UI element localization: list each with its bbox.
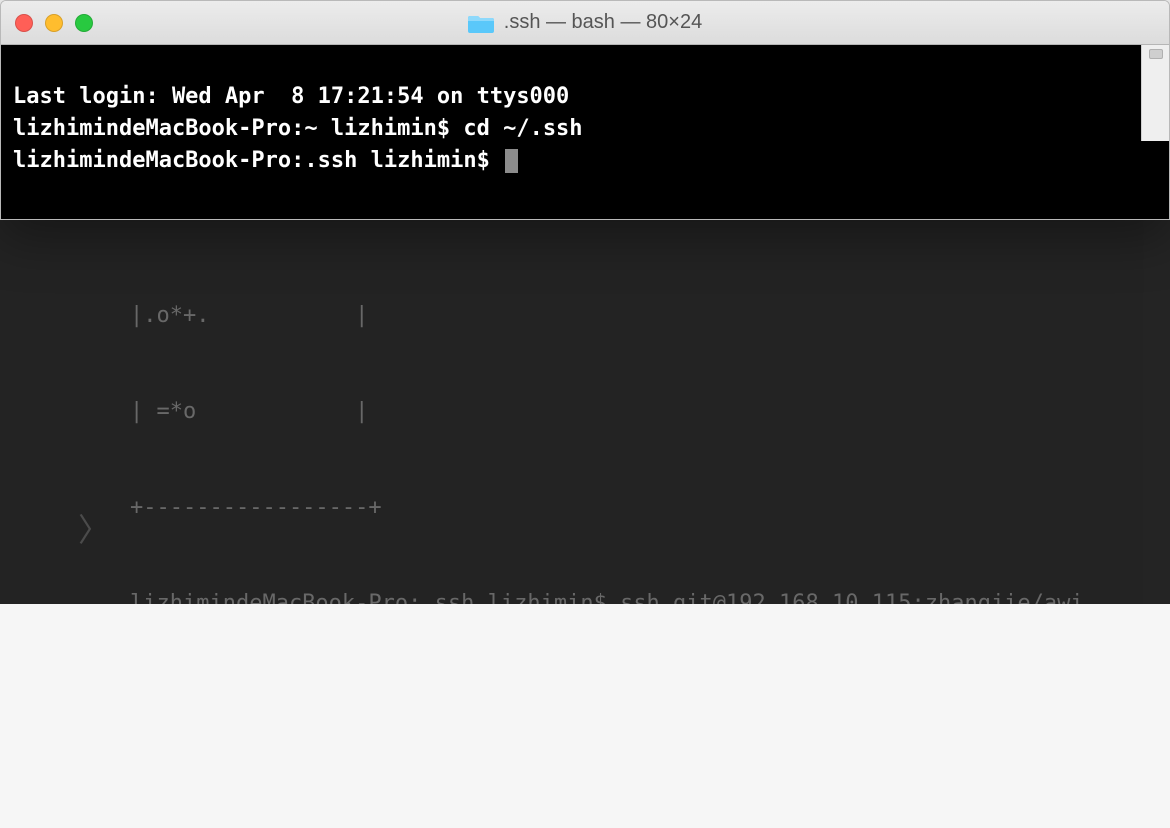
bg-line: |.o*+. | — [130, 300, 1170, 332]
scroll-thumb[interactable] — [1149, 49, 1163, 59]
terminal-prompt: lizhimindeMacBook-Pro:~ lizhimin$ — [13, 116, 463, 141]
window-titlebar[interactable]: .ssh — bash — 80×24 — [1, 1, 1169, 45]
chevron-right-icon: 〉 — [78, 514, 110, 546]
window-title-text: .ssh — bash — 80×24 — [504, 11, 702, 34]
bg-line: lizhimindeMacBook-Pro:.ssh lizhimin$ ssh… — [130, 588, 1170, 604]
maximize-button[interactable] — [75, 14, 93, 32]
scrollbar[interactable] — [1141, 45, 1169, 141]
minimize-button[interactable] — [45, 14, 63, 32]
terminal-line: Last login: Wed Apr 8 17:21:54 on ttys00… — [13, 84, 569, 109]
terminal-command: cd ~/.ssh — [463, 116, 582, 141]
window-controls — [15, 14, 93, 32]
terminal-window: .ssh — bash — 80×24 Last login: Wed Apr … — [0, 0, 1170, 220]
bg-line: | =*o | — [130, 396, 1170, 428]
terminal-prompt: lizhimindeMacBook-Pro:.ssh lizhimin$ — [13, 148, 503, 173]
page-background — [0, 604, 1170, 828]
folder-icon — [468, 13, 494, 33]
terminal-content[interactable]: Last login: Wed Apr 8 17:21:54 on ttys00… — [1, 45, 1169, 219]
window-title: .ssh — bash — 80×24 — [1, 11, 1169, 34]
close-button[interactable] — [15, 14, 33, 32]
bg-line: +-----------------+ — [130, 492, 1170, 524]
cursor — [505, 149, 518, 173]
